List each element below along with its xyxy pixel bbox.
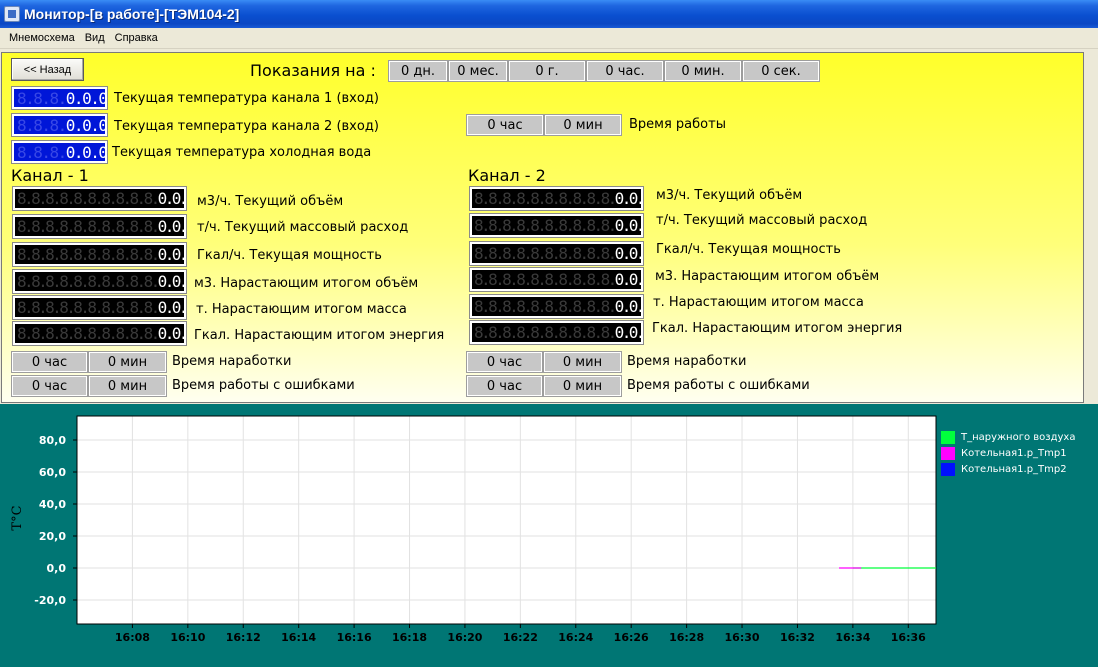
x-tick-label: 16:18 xyxy=(392,631,427,644)
ch2-errortime-minutes: 0 мин xyxy=(543,375,622,397)
channel1-title: Канал - 1 xyxy=(11,166,89,185)
date-months: 0 мес. xyxy=(448,60,508,82)
temp-cold-water-display: 8.8.8. 0.0.0 xyxy=(11,140,108,164)
y-tick-label: 20,0 xyxy=(39,530,66,543)
x-tick-label: 16:30 xyxy=(725,631,760,644)
menu-view[interactable]: Вид xyxy=(80,32,110,44)
date-hours: 0 час. xyxy=(586,60,664,82)
chart-legend: T_наружного воздуха Котельная1.р_Tmp1 Коте… xyxy=(941,429,1075,477)
legend-label: T_наружного воздуха xyxy=(961,431,1076,443)
ch2-runtime-minutes: 0 мин xyxy=(543,351,622,373)
y-tick-label: 60,0 xyxy=(39,466,66,479)
legend-swatch xyxy=(941,462,955,476)
temp-channel2-label: Текущая температура канала 2 (вход) xyxy=(114,119,379,134)
legend-item: Котельная1.р_Tmp1 xyxy=(941,445,1075,461)
ch2-current-volume-display: 8.8.8.8.8.8.8.8.8.8.0.0.0 xyxy=(469,186,644,211)
ch1-errortime-minutes: 0 мин xyxy=(88,375,167,397)
menu-help[interactable]: Справка xyxy=(110,32,163,44)
temp-channel1-label: Текущая температура канала 1 (вход) xyxy=(114,91,379,106)
work-time-minutes: 0 мин xyxy=(544,114,622,136)
x-tick-label: 16:34 xyxy=(835,631,870,644)
ch1-power-label: Гкал/ч. Текущая мощность xyxy=(197,248,382,263)
x-tick-label: 16:10 xyxy=(170,631,205,644)
y-tick-label: 40,0 xyxy=(39,498,66,511)
ch2-total-mass-display: 8.8.8.8.8.8.8.8.8.8.0.0.0 xyxy=(469,294,644,319)
ch2-total-mass-label: т. Нарастающим итогом масса xyxy=(653,295,864,310)
ch1-total-energy-display: 8.8.8.8.8.8.8.8.8.8.0.0.0 xyxy=(12,321,187,346)
ch2-power-label: Гкал/ч. Текущая мощность xyxy=(656,242,841,257)
temperature-chart: 16:08 16:10 16:12 16:14 16:16 16:18 16:20 16:22… xyxy=(0,404,1098,667)
ch1-total-mass-label: т. Нарастающим итогом масса xyxy=(196,302,407,317)
readings-panel: << Назад Показания на : 0 дн. 0 мес. 0 г… xyxy=(1,52,1084,403)
date-minutes: 0 мин. xyxy=(664,60,742,82)
temp-channel1-display: 8.8.8. 0.0.0 xyxy=(11,86,108,110)
ch2-power-display: 8.8.8.8.8.8.8.8.8.8.0.0.0 xyxy=(469,241,644,266)
ch1-runtime-minutes: 0 мин xyxy=(88,351,167,373)
ch2-errortime-hours: 0 час xyxy=(466,375,543,397)
ch2-current-volume-label: м3/ч. Текущий объём xyxy=(656,188,803,203)
x-tick-label: 16:26 xyxy=(614,631,649,644)
x-tick-label: 16:14 xyxy=(281,631,316,644)
ch2-mass-flow-display: 8.8.8.8.8.8.8.8.8.8.0.0.0 xyxy=(469,213,644,238)
ch1-mass-flow-display: 8.8.8.8.8.8.8.8.8.8.0.0.0 xyxy=(12,214,187,239)
legend-swatch xyxy=(941,430,955,444)
ch1-runtime-hours: 0 час xyxy=(11,351,88,373)
menu-mnemoscheme[interactable]: Мнемосхема xyxy=(4,32,80,44)
x-tick-label: 16:32 xyxy=(780,631,815,644)
legend-label: Котельная1.р_Tmp1 xyxy=(961,447,1067,459)
ch1-mass-flow-label: т/ч. Текущий массовый расход xyxy=(197,220,409,235)
menu-bar: Мнемосхема Вид Справка xyxy=(0,28,1098,49)
date-days: 0 дн. xyxy=(388,60,448,82)
legend-swatch xyxy=(941,446,955,460)
ch2-errortime-label: Время работы с ошибками xyxy=(627,378,810,393)
ch2-mass-flow-label: т/ч. Текущий массовый расход xyxy=(656,213,868,228)
x-tick-label: 16:28 xyxy=(669,631,704,644)
ch2-total-volume-display: 8.8.8.8.8.8.8.8.8.8.0.0.0 xyxy=(469,267,644,292)
ch1-total-volume-display: 8.8.8.8.8.8.8.8.8.8.0.0.0 xyxy=(12,269,187,294)
ch1-runtime-label: Время наработки xyxy=(172,354,292,369)
date-years: 0 г. xyxy=(508,60,586,82)
ch2-total-energy-label: Гкал. Нарастающим итогом энергия xyxy=(652,321,903,336)
ch1-total-energy-label: Гкал. Нарастающим итогом энергия xyxy=(194,328,445,343)
back-button[interactable]: << Назад xyxy=(11,58,84,81)
legend-item: T_наружного воздуха xyxy=(941,429,1075,445)
x-tick-label: 16:36 xyxy=(891,631,926,644)
channel2-title: Канал - 2 xyxy=(468,166,546,185)
ch1-current-volume-display: 8.8.8.8.8.8.8.8.8.8.0.0.0 xyxy=(12,186,187,211)
y-tick-label: -20,0 xyxy=(34,594,66,607)
x-tick-label: 16:24 xyxy=(558,631,593,644)
legend-item: Котельная1.р_Tmp2 xyxy=(941,461,1075,477)
chart-canvas: 16:08 16:10 16:12 16:14 16:16 16:18 16:20 16:22… xyxy=(10,415,937,644)
x-tick-label: 16:22 xyxy=(503,631,538,644)
x-tick-label: 16:16 xyxy=(337,631,372,644)
title-bar: Монитор-[в работе]-[ТЭМ104-2] xyxy=(0,0,1098,28)
ch1-total-mass-display: 8.8.8.8.8.8.8.8.8.8.0.0.0 xyxy=(12,295,187,320)
work-time-label: Время работы xyxy=(629,117,726,132)
ch1-errortime-label: Время работы с ошибками xyxy=(172,378,355,393)
date-seconds: 0 сек. xyxy=(742,60,820,82)
x-tick-label: 16:12 xyxy=(226,631,261,644)
plot-area xyxy=(76,415,937,625)
ch2-total-volume-label: м3. Нарастающим итогом объём xyxy=(655,269,880,284)
ch2-total-energy-display: 8.8.8.8.8.8.8.8.8.8.0.0.0 xyxy=(469,320,644,345)
work-time-hours: 0 час xyxy=(466,114,544,136)
ch1-power-display: 8.8.8.8.8.8.8.8.8.8.0.0.0 xyxy=(12,242,187,267)
x-tick-label: 16:08 xyxy=(115,631,150,644)
app-icon xyxy=(4,6,20,22)
temp-cold-water-label: Текущая температура холодная вода xyxy=(112,145,372,160)
x-tick-label: 16:20 xyxy=(447,631,482,644)
legend-label: Котельная1.р_Tmp2 xyxy=(961,463,1067,475)
temp-channel2-display: 8.8.8. 0.0.0 xyxy=(11,113,108,137)
ch1-total-volume-label: м3. Нарастающим итогом объём xyxy=(194,276,419,291)
y-tick-label: 80,0 xyxy=(39,434,66,447)
y-axis-label: T°C xyxy=(10,505,25,530)
ch1-current-volume-label: м3/ч. Текущий объём xyxy=(197,194,344,209)
ch1-errortime-hours: 0 час xyxy=(11,375,88,397)
ch2-runtime-label: Время наработки xyxy=(627,354,747,369)
window-title: Монитор-[в работе]-[ТЭМ104-2] xyxy=(24,6,240,22)
readings-label: Показания на : xyxy=(250,61,376,80)
y-tick-label: 0,0 xyxy=(47,562,67,575)
ch2-runtime-hours: 0 час xyxy=(466,351,543,373)
